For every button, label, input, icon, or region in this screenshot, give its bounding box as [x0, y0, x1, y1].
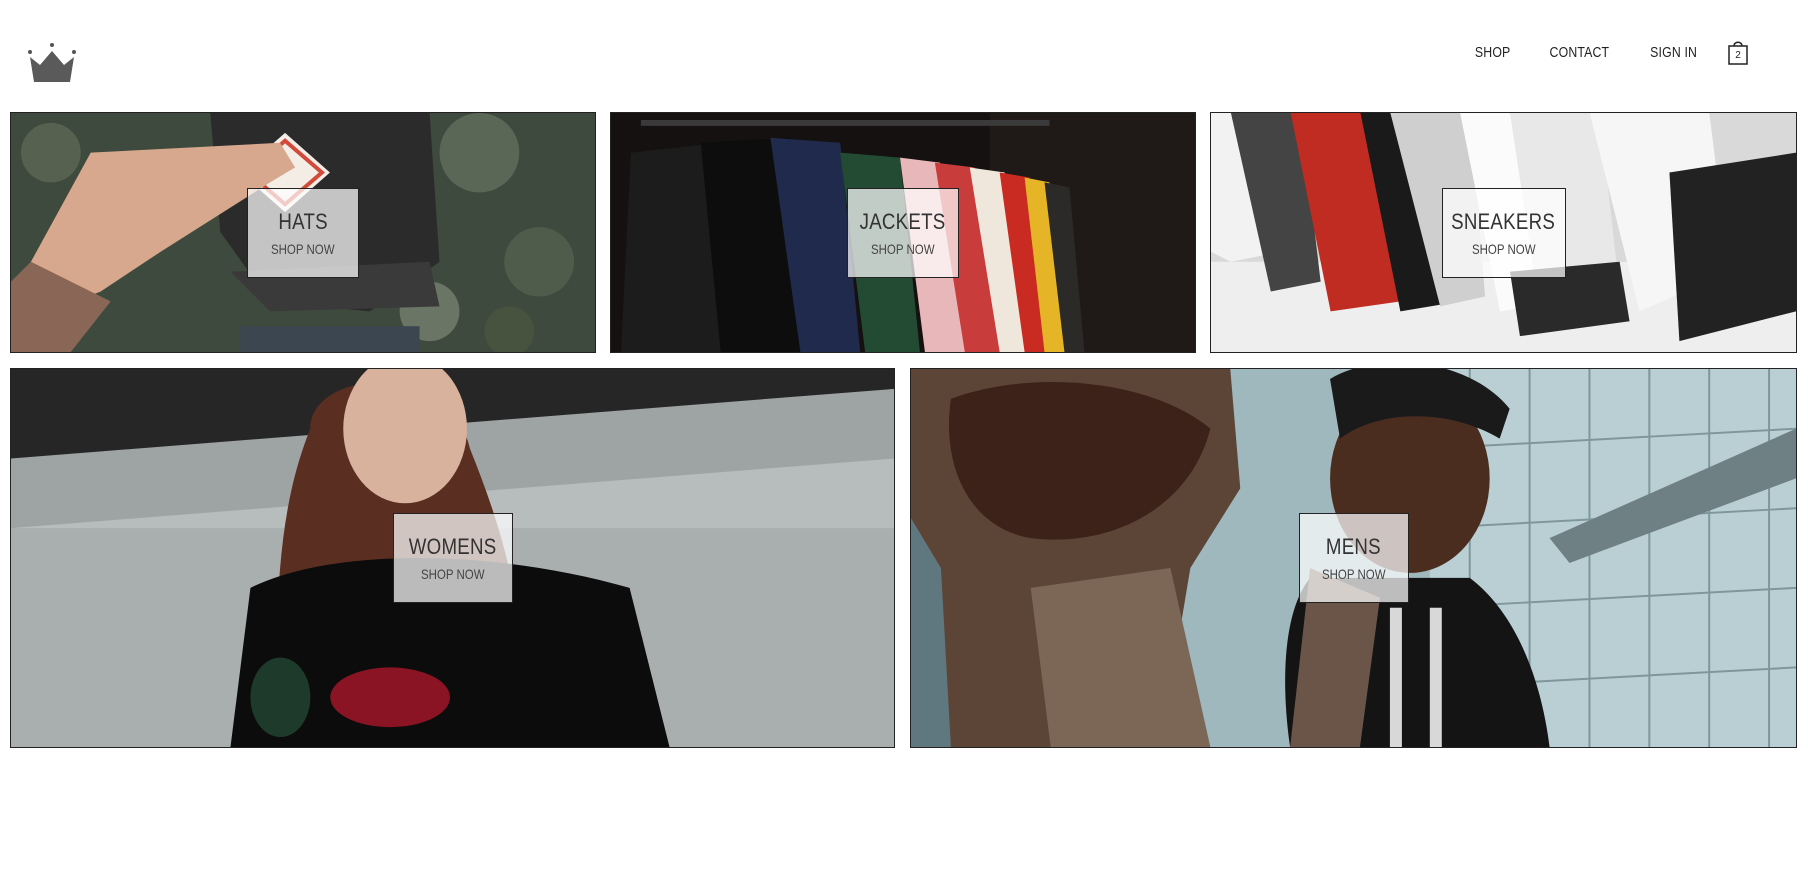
category-title: HATS — [278, 208, 328, 234]
shop-now-link[interactable]: SHOP NOW — [871, 241, 935, 257]
crown-icon[interactable] — [25, 40, 79, 84]
category-title: WOMENS — [408, 534, 497, 559]
nav-contact-link[interactable]: CONTACT — [1550, 44, 1610, 61]
nav-shop-link[interactable]: SHOP — [1475, 44, 1511, 61]
shop-now-link[interactable]: SHOP NOW — [421, 566, 485, 582]
category-label[interactable]: HATS SHOP NOW — [247, 187, 359, 278]
category-tile-mens[interactable]: MENS SHOP NOW — [910, 368, 1797, 748]
category-tile-womens[interactable]: WOMENS SHOP NOW — [10, 368, 895, 748]
category-tile-jackets[interactable]: JACKETS SHOP NOW — [610, 112, 1196, 353]
header: SHOP CONTACT SIGN IN 2 — [0, 0, 1808, 110]
shop-now-link[interactable]: SHOP NOW — [271, 241, 335, 257]
cart-button[interactable]: 2 — [1726, 38, 1750, 66]
shop-now-link[interactable]: SHOP NOW — [1322, 566, 1386, 582]
nav-menu: SHOP CONTACT SIGN IN 2 — [1442, 38, 1750, 66]
category-title: MENS — [1325, 534, 1382, 559]
category-tile-hats[interactable]: HATS SHOP NOW — [10, 112, 596, 353]
nav-signin-link[interactable]: SIGN IN — [1650, 44, 1697, 61]
category-label[interactable]: SNEAKERS SHOP NOW — [1441, 187, 1566, 278]
shop-now-link[interactable]: SHOP NOW — [1472, 241, 1536, 257]
category-title: SNEAKERS — [1451, 208, 1556, 234]
category-tile-sneakers[interactable]: SNEAKERS SHOP NOW — [1210, 112, 1797, 353]
category-title: JACKETS — [860, 208, 946, 234]
cart-count: 2 — [1735, 50, 1741, 61]
category-label[interactable]: JACKETS SHOP NOW — [847, 187, 959, 278]
category-label[interactable]: WOMENS SHOP NOW — [392, 513, 513, 603]
category-label[interactable]: MENS SHOP NOW — [1298, 513, 1409, 603]
